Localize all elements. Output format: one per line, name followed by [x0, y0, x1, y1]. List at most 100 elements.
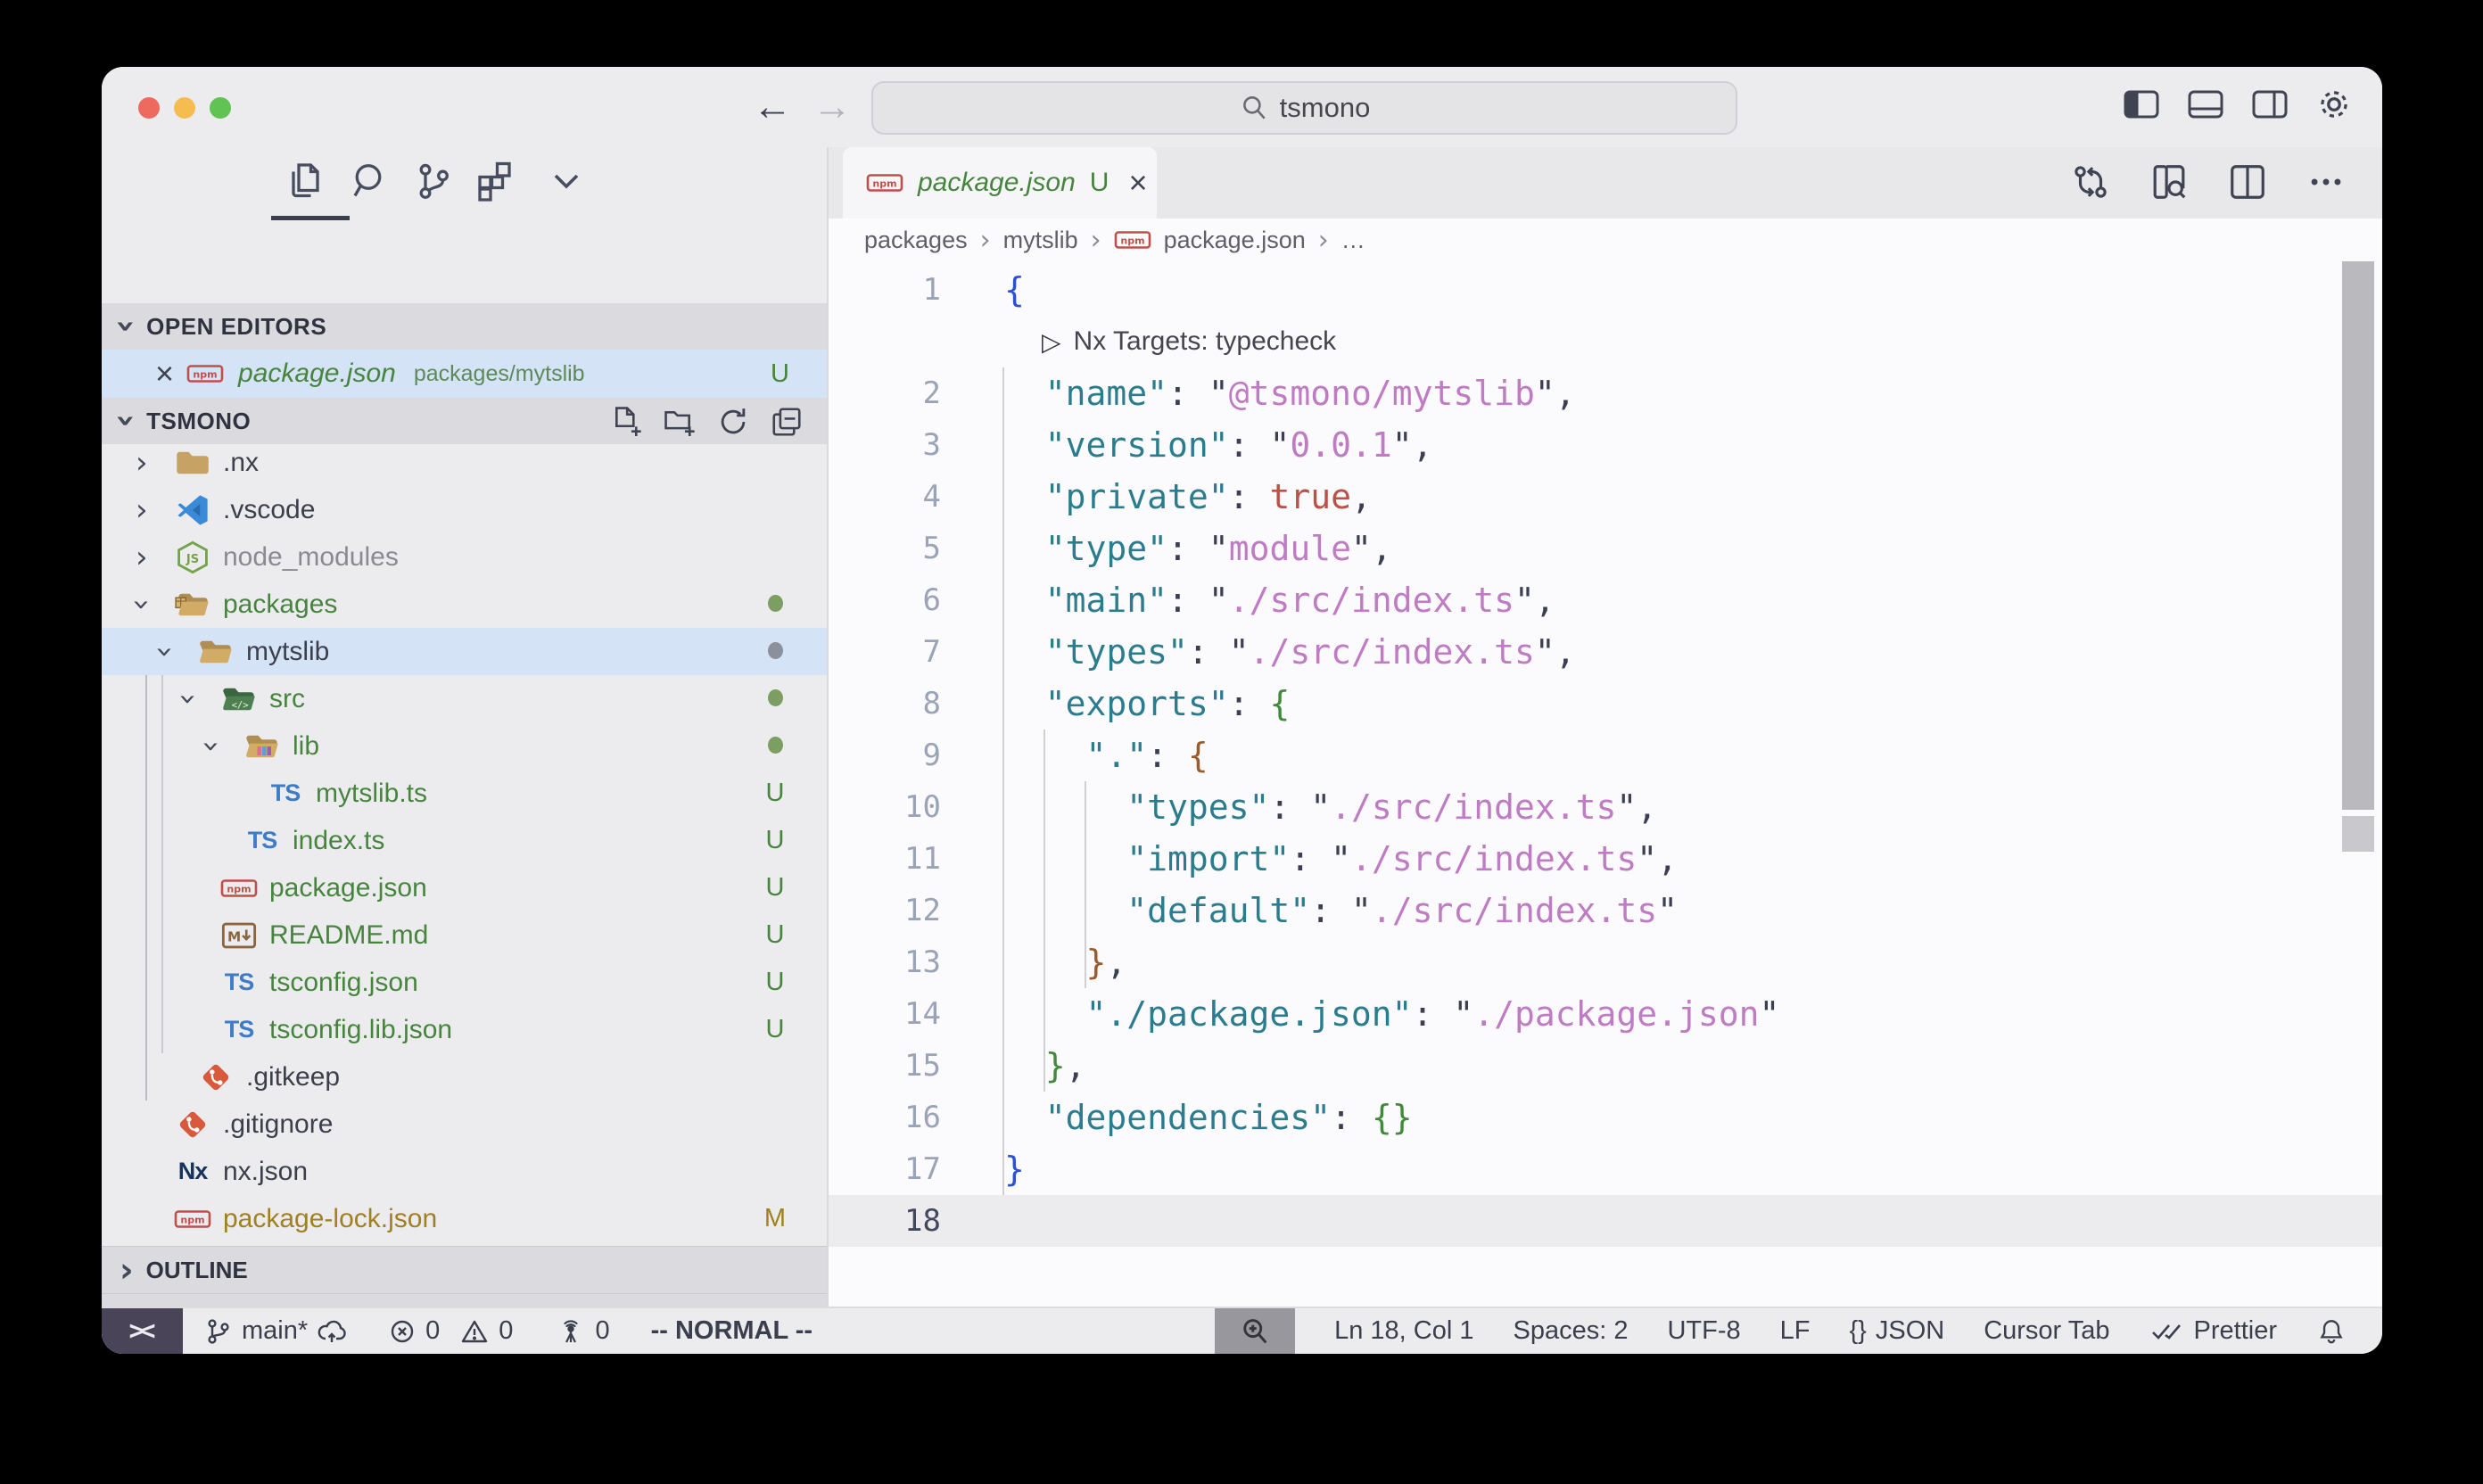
tree-item-src[interactable]: ›</>src [102, 675, 827, 722]
remote-indicator[interactable]: >< [102, 1308, 183, 1354]
code-line-16[interactable]: 16 "dependencies": {} [829, 1092, 2382, 1143]
open-editor-path: packages/mytslib [414, 361, 585, 387]
code-line-10[interactable]: 10 "types": "./src/index.ts", [829, 781, 2382, 833]
tree-item--gitkeep[interactable]: .gitkeep [102, 1053, 827, 1101]
code-line-7[interactable]: 7 "types": "./src/index.ts", [829, 626, 2382, 678]
git-branch-status[interactable]: main* [204, 1316, 347, 1346]
search-view-icon[interactable] [350, 160, 392, 202]
tree-item-tsconfig-json[interactable]: TStsconfig.jsonU [102, 959, 827, 1006]
code-line-9[interactable]: 9 ".": { [829, 730, 2382, 781]
macos-close-button[interactable] [138, 97, 160, 119]
screencast-zoom-box[interactable] [1215, 1308, 1295, 1354]
workspace-header[interactable]: › TSMONO [102, 398, 827, 444]
navigate-forward-icon[interactable]: → [813, 83, 852, 131]
ports-status[interactable]: 0 [556, 1316, 609, 1346]
tree-item-lib[interactable]: ›lib [102, 722, 827, 770]
split-editor-icon[interactable] [2227, 161, 2268, 202]
code-line-17[interactable]: 17} [829, 1143, 2382, 1195]
code-text: "type": "module", [1004, 523, 1392, 574]
tree-item--gitignore[interactable]: .gitignore [102, 1101, 827, 1148]
tree-item-mytslib[interactable]: ›mytslib [102, 628, 827, 675]
tab-package-json[interactable]: npm package.json U × [843, 147, 1157, 218]
tree-item-node-modules[interactable]: ›JSnode_modules [102, 533, 827, 581]
scrollbar-decoration [2342, 816, 2374, 852]
breadcrumb-package-json[interactable]: package.json [1164, 227, 1306, 254]
formatter-status[interactable]: Prettier [2149, 1316, 2277, 1346]
open-editor-filename: package.json [238, 359, 396, 389]
toggle-secondary-sidebar-icon[interactable] [2250, 87, 2289, 122]
more-actions-icon[interactable] [2306, 161, 2347, 202]
notifications-bell-icon[interactable] [2316, 1316, 2347, 1347]
tree-item-readme-md[interactable]: MREADME.mdU [102, 911, 827, 959]
code-line-15[interactable]: 15 }, [829, 1040, 2382, 1092]
formatter-label: Prettier [2194, 1316, 2277, 1346]
code-line-11[interactable]: 11 "import": "./src/index.ts", [829, 833, 2382, 885]
code-line-6[interactable]: 6 "main": "./src/index.ts", [829, 574, 2382, 626]
tree-item-nx-json[interactable]: Nxnx.json [102, 1148, 827, 1195]
code-line-8[interactable]: 8 "exports": { [829, 678, 2382, 730]
title-bar: ← → tsmono [102, 67, 2382, 147]
close-editor-icon[interactable]: × [155, 355, 174, 392]
new-folder-icon[interactable] [663, 405, 697, 439]
macos-maximize-button[interactable] [210, 97, 231, 119]
explorer-files-icon[interactable] [283, 160, 326, 202]
new-file-icon[interactable] [609, 405, 643, 439]
language-mode-status[interactable]: {} JSON [1849, 1316, 1944, 1346]
open-editor-item[interactable]: × npm package.json packages/mytslib U [102, 350, 827, 398]
indentation-status[interactable]: Spaces: 2 [1513, 1316, 1628, 1346]
breadcrumb-symbol[interactable]: … [1341, 227, 1365, 254]
encoding-status[interactable]: UTF-8 [1667, 1316, 1740, 1346]
problems-status[interactable]: 0 0 [388, 1316, 513, 1346]
breadcrumb-mytslib[interactable]: mytslib [1003, 227, 1078, 254]
code-line-14[interactable]: 14 "./package.json": "./package.json" [829, 988, 2382, 1040]
ts-icon: TS [243, 823, 282, 859]
codelens-label: Nx Targets: typecheck [1074, 326, 1337, 357]
open-editors-header[interactable]: › OPEN EDITORS [102, 303, 827, 350]
open-changes-icon[interactable] [2070, 161, 2111, 202]
editor-scrollbar[interactable] [2342, 261, 2374, 810]
vim-mode-indicator[interactable]: -- NORMAL -- [651, 1316, 813, 1346]
toggle-panel-icon[interactable] [2186, 87, 2225, 122]
code-line-2[interactable]: 2 "name": "@tsmono/mytslib", [829, 367, 2382, 419]
codelens-nx-targets[interactable]: ▷Nx Targets: typecheck [1042, 316, 2382, 367]
tree-item-packages[interactable]: ›packages [102, 581, 827, 628]
code-line-4[interactable]: 4 "private": true, [829, 471, 2382, 523]
tree-item--vscode[interactable]: ›.vscode [102, 486, 827, 533]
eol-status[interactable]: LF [1780, 1316, 1811, 1346]
outline-section[interactable]: › OUTLINE [102, 1246, 827, 1293]
tree-item-mytslib-ts[interactable]: TSmytslib.tsU [102, 770, 827, 817]
refresh-explorer-icon[interactable] [716, 405, 750, 439]
line-number: 7 [829, 626, 941, 678]
tree-item-tsconfig-lib-json[interactable]: TStsconfig.lib.jsonU [102, 1006, 827, 1053]
toggle-primary-sidebar-icon[interactable] [2122, 87, 2161, 122]
tree-item--nx[interactable]: ›.nx [102, 439, 827, 486]
navigate-back-icon[interactable]: ← [753, 83, 792, 131]
tree-item-package-lock-json[interactable]: npmpackage-lock.jsonM [102, 1195, 827, 1242]
code-text: }, [1004, 936, 1126, 988]
extensions-icon[interactable] [474, 160, 517, 202]
code-text: ".": { [1004, 730, 1209, 781]
tab-close-icon[interactable]: × [1128, 164, 1147, 202]
code-line-12[interactable]: 12 "default": "./src/index.ts" [829, 885, 2382, 936]
tree-item-package-json[interactable]: npmpackage.jsonU [102, 864, 827, 911]
more-views-chevron-icon[interactable] [545, 160, 588, 202]
code-line-18[interactable]: 18 [829, 1195, 2382, 1247]
code-line-1[interactable]: 1{ [829, 264, 2382, 316]
vim-mode-label: -- NORMAL -- [651, 1316, 813, 1346]
cursor-position-status[interactable]: Ln 18, Col 1 [1334, 1316, 1473, 1346]
macos-minimize-button[interactable] [174, 97, 195, 119]
code-area[interactable]: 1{▷Nx Targets: typecheck2 "name": "@tsmo… [829, 264, 2382, 1307]
tree-item-index-ts[interactable]: TSindex.tsU [102, 817, 827, 864]
collapse-folders-icon[interactable] [770, 405, 804, 439]
code-line-5[interactable]: 5 "type": "module", [829, 523, 2382, 574]
command-center-search[interactable]: tsmono [871, 81, 1737, 135]
open-preview-icon[interactable] [2149, 161, 2190, 202]
code-line-13[interactable]: 13 }, [829, 936, 2382, 988]
cursor-tab-status[interactable]: Cursor Tab [1984, 1316, 2109, 1346]
breadcrumb-packages[interactable]: packages [864, 227, 968, 254]
settings-gear-icon[interactable] [2314, 87, 2354, 122]
code-line-3[interactable]: 3 "version": "0.0.1", [829, 419, 2382, 471]
source-control-icon[interactable] [412, 160, 455, 202]
code-text: "./package.json": "./package.json" [1004, 988, 1779, 1040]
npm-icon: npm [173, 1201, 212, 1237]
